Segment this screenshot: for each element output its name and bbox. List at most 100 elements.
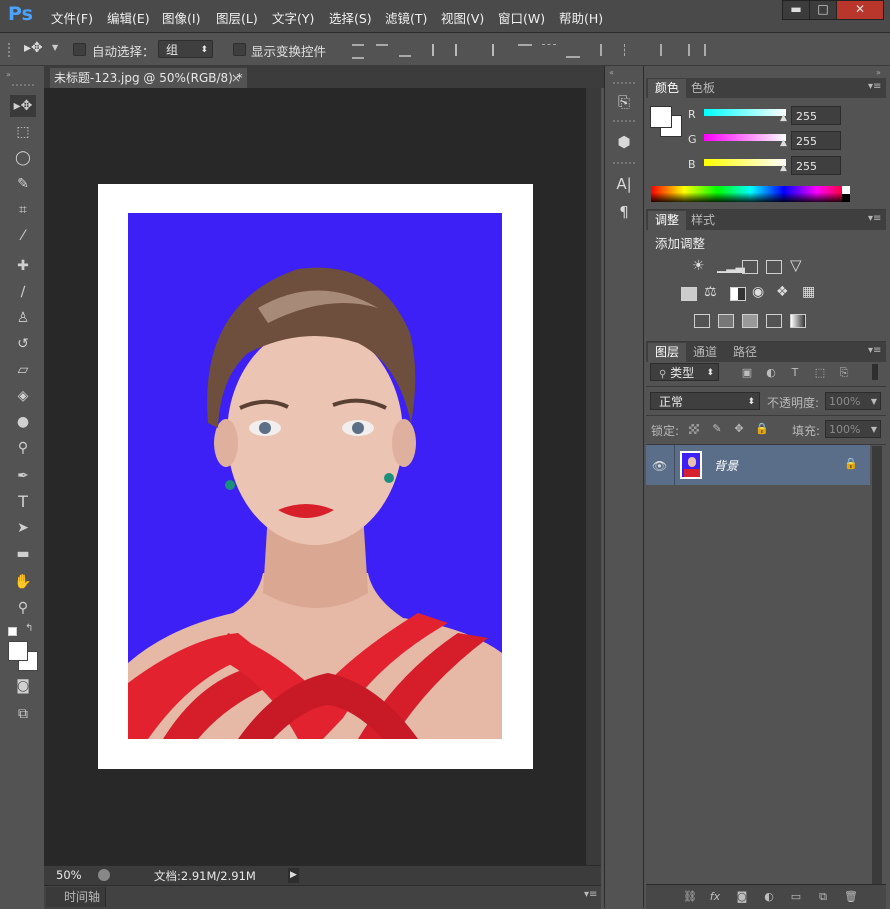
selective-color-icon[interactable] [766,314,782,328]
distribute-vcenter-icon[interactable] [542,44,556,57]
channel-g-value[interactable]: 255 [791,131,841,150]
swap-colors-icon[interactable]: ↰ [25,623,33,634]
type-tool-icon[interactable]: T [10,491,36,513]
filter-toggle-icon[interactable] [872,364,878,380]
menu-select[interactable]: 选择(S) [329,8,372,27]
zoom-level[interactable]: 50% [56,868,82,882]
move-tool-icon[interactable]: ▸✥ [10,95,36,117]
posterize-icon[interactable] [718,314,734,328]
color-spectrum-bar[interactable] [651,186,850,202]
lock-position-icon[interactable]: ✥ [733,423,745,435]
gradient-map-icon[interactable] [790,314,806,328]
channel-b-slider[interactable] [704,159,786,166]
layer-style-fx-icon[interactable]: fx [709,891,721,903]
align-right-icon[interactable] [478,44,494,56]
photo-filter-icon[interactable]: ◉ [752,284,764,300]
menu-help[interactable]: 帮助(H) [559,8,603,27]
chevron-down-icon[interactable]: ▼ [52,43,58,52]
layer-name[interactable]: 背景 [714,457,738,474]
panel-menu-icon[interactable]: ▾≡ [868,213,881,224]
blend-mode-dropdown[interactable]: 正常 ⬍ [650,392,760,410]
tab-styles[interactable]: 样式 [684,211,722,230]
align-top-icon[interactable] [352,44,364,59]
filter-pixel-icon[interactable]: ▣ [741,367,753,379]
align-left-icon[interactable] [432,44,448,56]
delete-layer-icon[interactable]: 🗑 [844,891,858,903]
tab-adjustments[interactable]: 调整 [648,211,687,230]
close-tab-icon[interactable]: × [231,68,241,88]
screen-mode-icon[interactable]: ⧉ [10,703,36,725]
auto-select-dropdown[interactable]: 组 ⬍ [158,40,213,58]
panel-menu-icon[interactable]: ▾≡ [868,345,881,356]
panel-menu-icon[interactable]: ▾≡ [584,889,597,900]
panel-menu-icon[interactable]: ▾≡ [868,81,881,92]
color-lookup-icon[interactable]: ▦ [802,284,815,300]
eyedropper-icon[interactable]: ⁄ [10,225,36,247]
threshold-icon[interactable] [742,314,758,328]
levels-icon[interactable]: ▁▂▃ [717,259,745,273]
collapse-icon[interactable]: » [876,68,881,77]
exposure-icon[interactable] [766,260,782,274]
collapse-icon[interactable]: » [6,70,11,79]
layer-filter-dropdown[interactable]: ⚲ 类型 ⬍ [650,363,719,381]
tab-color[interactable]: 颜色 [648,79,687,98]
vertical-scrollbar[interactable] [586,88,601,865]
tab-swatches[interactable]: 色板 [684,79,722,98]
slider-thumb-icon[interactable]: ▲ [780,138,787,148]
history-panel-icon[interactable]: ⎘ [614,92,634,112]
channel-g-slider[interactable] [704,134,786,141]
hue-saturation-icon[interactable] [681,287,697,301]
timeline-tab[interactable]: 时间轴 [46,887,106,907]
eraser-icon[interactable]: ▱ [10,359,36,381]
marquee-tool-icon[interactable]: ⬚ [10,121,36,143]
distribute-hcenter-icon[interactable] [624,44,637,56]
filter-shape-icon[interactable]: ⬚ [814,367,826,379]
channel-mixer-icon[interactable]: ❖ [776,284,789,300]
character-panel-icon[interactable]: A| [614,174,634,194]
channel-r-slider[interactable] [704,109,786,116]
align-vcenter-icon[interactable] [376,44,388,57]
filter-smart-object-icon[interactable]: ⎘ [838,367,850,379]
menu-window[interactable]: 窗口(W) [498,8,545,27]
menu-edit[interactable]: 编辑(E) [107,8,150,27]
layer-thumbnail[interactable] [680,451,702,479]
tab-paths[interactable]: 路径 [726,343,764,362]
lock-pixels-icon[interactable]: ✎ [711,423,723,435]
status-info-icon[interactable] [98,869,110,881]
close-button[interactable]: ✕ [836,0,884,20]
new-adjustment-icon[interactable]: ◐ [763,891,775,903]
document-tab[interactable]: 未标题-123.jpg @ 50%(RGB/8) * × [50,68,247,88]
quick-mask-icon[interactable]: ◙ [10,675,36,697]
zoom-tool-icon[interactable]: ⚲ [10,597,36,619]
pen-tool-icon[interactable]: ✒ [10,465,36,487]
fill-input[interactable]: 100% ▼ [825,420,881,438]
move-tool-preset-icon[interactable]: ▸✥ [24,40,43,56]
add-mask-icon[interactable]: ◙ [736,891,748,903]
layer-row[interactable]: 👁 背景 🔒 [646,445,870,485]
distribute-bottom-icon[interactable] [566,44,580,58]
foreground-color-swatch[interactable] [650,106,672,128]
history-brush-icon[interactable]: ↺ [10,333,36,355]
properties-panel-icon[interactable]: ⬢ [614,132,634,152]
auto-select-checkbox[interactable] [73,43,86,56]
clone-stamp-icon[interactable]: ♙ [10,307,36,329]
foreground-color-swatch[interactable] [8,641,28,661]
auto-align-icon[interactable] [688,44,706,56]
align-bottom-icon[interactable] [399,44,411,57]
layers-scrollbar[interactable] [872,446,882,886]
slider-thumb-icon[interactable]: ▲ [780,113,787,123]
channel-r-value[interactable]: 255 [791,106,841,125]
healing-brush-icon[interactable]: ✚ [10,255,36,277]
rectangle-tool-icon[interactable]: ▬ [10,543,36,565]
paragraph-panel-icon[interactable]: ¶ [614,202,634,222]
minimize-button[interactable]: ▬ [782,0,810,20]
path-select-icon[interactable]: ➤ [10,517,36,539]
tab-layers[interactable]: 图层 [648,343,687,362]
filter-adjustment-icon[interactable]: ◐ [765,367,777,379]
menu-view[interactable]: 视图(V) [441,8,484,27]
paint-bucket-icon[interactable]: ◈ [10,385,36,407]
black-swatch[interactable] [842,194,850,202]
expand-icon[interactable]: « [609,68,614,77]
slider-thumb-icon[interactable]: ▲ [780,163,787,173]
opacity-input[interactable]: 100% ▼ [825,392,881,410]
